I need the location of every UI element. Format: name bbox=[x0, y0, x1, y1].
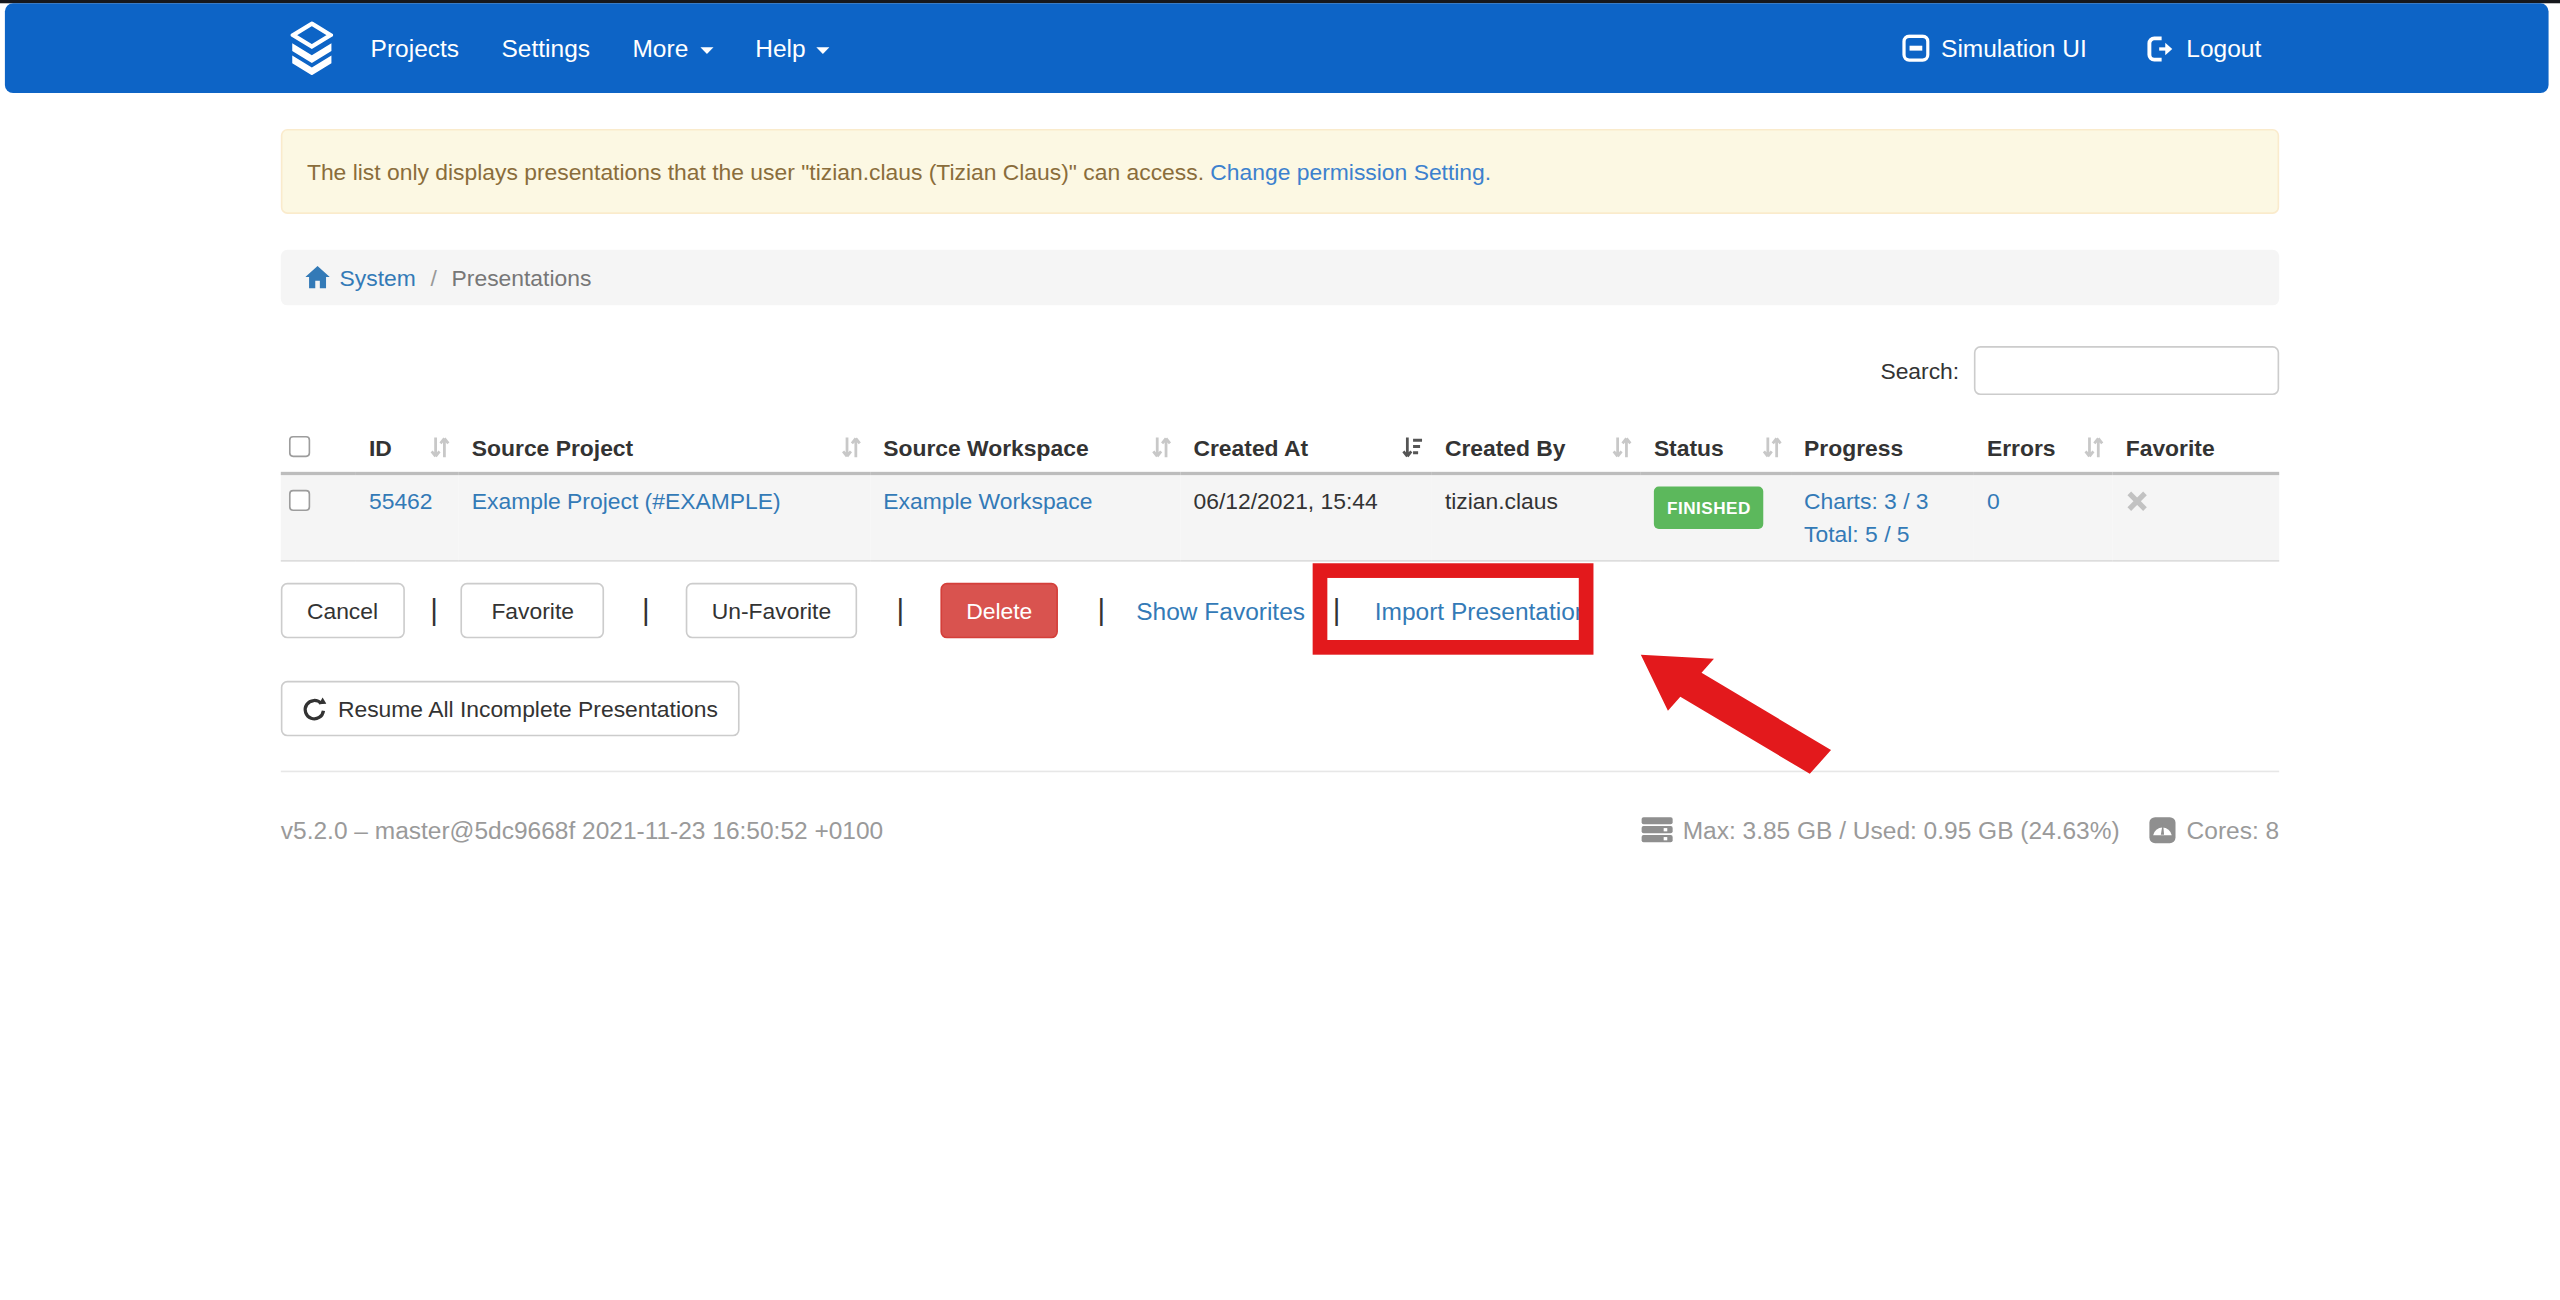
sort-both-icon bbox=[1762, 434, 1783, 458]
resume-all-button[interactable]: Resume All Incomplete Presentations bbox=[281, 681, 739, 737]
nav-item-help[interactable]: Help bbox=[734, 3, 851, 93]
breadcrumb-label: System bbox=[340, 264, 416, 290]
separator: | bbox=[430, 593, 438, 627]
breadcrumb-current: Presentations bbox=[452, 264, 592, 290]
navbar: Projects Settings More Help Simulation U… bbox=[5, 3, 2549, 93]
sort-desc-active-icon bbox=[1401, 434, 1424, 458]
search-row: Search: bbox=[281, 346, 2279, 395]
nav-item-label: More bbox=[632, 34, 688, 62]
row-progress-cell: Charts: 3 / 3 Total: 5 / 5 bbox=[1791, 473, 1974, 560]
nav-item-label: Logout bbox=[2186, 34, 2261, 62]
annotation-highlight-rect bbox=[1313, 563, 1594, 654]
select-all-checkbox[interactable] bbox=[289, 436, 310, 457]
row-source-project-cell: Example Project (#EXAMPLE) bbox=[459, 473, 870, 560]
row-created-at-cell: 06/12/2021, 15:44 bbox=[1180, 473, 1431, 560]
cores-stat: Cores: 8 bbox=[2149, 816, 2279, 844]
row-status-cell: FINISHED bbox=[1641, 473, 1791, 560]
nav-item-projects[interactable]: Projects bbox=[349, 3, 480, 93]
memory-stat: Max: 3.85 GB / Used: 0.95 GB (24.63%) bbox=[1640, 816, 2119, 844]
header-id[interactable]: ID bbox=[356, 421, 459, 473]
refresh-icon bbox=[302, 696, 326, 722]
presentations-table: ID Source Project Source Workspace Creat… bbox=[281, 421, 2279, 561]
nav-item-more[interactable]: More bbox=[611, 3, 734, 93]
annotation-arrow bbox=[1633, 648, 1845, 782]
resume-all-label: Resume All Incomplete Presentations bbox=[338, 696, 718, 722]
page: Projects Settings More Help Simulation U… bbox=[0, 0, 2560, 1300]
change-permission-link[interactable]: Change permission Setting. bbox=[1210, 158, 1491, 184]
row-source-project-link[interactable]: Example Project (#EXAMPLE) bbox=[472, 488, 781, 514]
progress-total-link[interactable]: Total: 5 / 5 bbox=[1804, 518, 1961, 551]
separator: | bbox=[1098, 593, 1106, 627]
sort-both-icon bbox=[841, 434, 862, 458]
version-text: v5.2.0 – master@5dc9668f 2021-11-23 16:5… bbox=[281, 816, 883, 844]
show-favorites-link[interactable]: Show Favorites bbox=[1136, 597, 1305, 625]
nav-item-label: Help bbox=[755, 34, 805, 62]
row-source-workspace-cell: Example Workspace bbox=[870, 473, 1180, 560]
table-header-row: ID Source Project Source Workspace Creat… bbox=[281, 421, 2279, 473]
status-badge: FINISHED bbox=[1654, 487, 1764, 529]
row-errors-cell: 0 bbox=[1974, 473, 2113, 560]
unfavorite-button[interactable]: Un-Favorite bbox=[686, 583, 858, 639]
alert-text: The list only displays presentations tha… bbox=[307, 158, 1204, 184]
header-favorite[interactable]: Favorite bbox=[2113, 421, 2280, 473]
breadcrumb-separator: / bbox=[416, 264, 452, 290]
header-created-at[interactable]: Created At bbox=[1180, 421, 1431, 473]
memory-icon bbox=[1640, 816, 1673, 844]
progress-charts-link[interactable]: Charts: 3 / 3 bbox=[1804, 485, 1961, 518]
sort-both-icon bbox=[1611, 434, 1632, 458]
row-source-workspace-link[interactable]: Example Workspace bbox=[883, 488, 1092, 514]
resume-row: Resume All Incomplete Presentations bbox=[281, 681, 2279, 737]
header-source-project[interactable]: Source Project bbox=[459, 421, 870, 473]
layers-icon bbox=[291, 21, 333, 75]
app-logo[interactable] bbox=[291, 21, 333, 75]
home-icon bbox=[305, 266, 329, 289]
row-favorite-cell bbox=[2113, 473, 2280, 560]
nav-item-settings[interactable]: Settings bbox=[480, 3, 611, 93]
cancel-button[interactable]: Cancel bbox=[281, 583, 404, 639]
gauge-icon bbox=[2149, 816, 2177, 844]
errors-link[interactable]: 0 bbox=[1987, 488, 2000, 514]
app-window-icon bbox=[1902, 34, 1930, 62]
logout-icon bbox=[2145, 35, 2174, 61]
header-created-by[interactable]: Created By bbox=[1432, 421, 1641, 473]
nav-item-label: Settings bbox=[502, 34, 590, 62]
search-label: Search: bbox=[1880, 358, 1959, 384]
header-errors[interactable]: Errors bbox=[1974, 421, 2113, 473]
actions-row: Cancel | Favorite | Un-Favorite | Delete… bbox=[281, 583, 2279, 639]
row-id-cell: 55462 bbox=[356, 473, 459, 560]
favorite-button[interactable]: Favorite bbox=[461, 583, 605, 639]
permission-alert: The list only displays presentations tha… bbox=[281, 129, 2279, 214]
row-created-by-cell: tizian.claus bbox=[1432, 473, 1641, 560]
delete-button[interactable]: Delete bbox=[940, 583, 1058, 639]
footer: v5.2.0 – master@5dc9668f 2021-11-23 16:5… bbox=[281, 816, 2279, 844]
nav-item-label: Projects bbox=[371, 34, 459, 62]
nav-item-logout[interactable]: Logout bbox=[2145, 34, 2261, 62]
nav-item-simulation-ui[interactable]: Simulation UI bbox=[1902, 34, 2087, 62]
table-row: 55462 Example Project (#EXAMPLE) Example… bbox=[281, 473, 2279, 560]
row-select-cell bbox=[281, 473, 356, 560]
footer-divider bbox=[281, 771, 2279, 773]
row-id-link[interactable]: 55462 bbox=[369, 488, 433, 514]
header-progress[interactable]: Progress bbox=[1791, 421, 1974, 473]
separator: | bbox=[897, 593, 905, 627]
caret-down-icon bbox=[817, 47, 830, 54]
unfavorite-x-icon[interactable] bbox=[2126, 490, 2149, 513]
breadcrumb-system-link[interactable]: System bbox=[305, 264, 416, 290]
breadcrumb: System / Presentations bbox=[281, 250, 2279, 306]
row-checkbox[interactable] bbox=[289, 490, 310, 511]
sort-both-icon bbox=[1151, 434, 1172, 458]
sort-both-icon bbox=[2083, 434, 2104, 458]
nav-item-label: Simulation UI bbox=[1941, 34, 2087, 62]
header-source-workspace[interactable]: Source Workspace bbox=[870, 421, 1180, 473]
header-select-all[interactable] bbox=[281, 421, 356, 473]
header-status[interactable]: Status bbox=[1641, 421, 1791, 473]
search-input[interactable] bbox=[1974, 346, 2279, 395]
separator: | bbox=[642, 593, 650, 627]
sort-both-icon bbox=[429, 434, 450, 458]
caret-down-icon bbox=[700, 47, 713, 54]
